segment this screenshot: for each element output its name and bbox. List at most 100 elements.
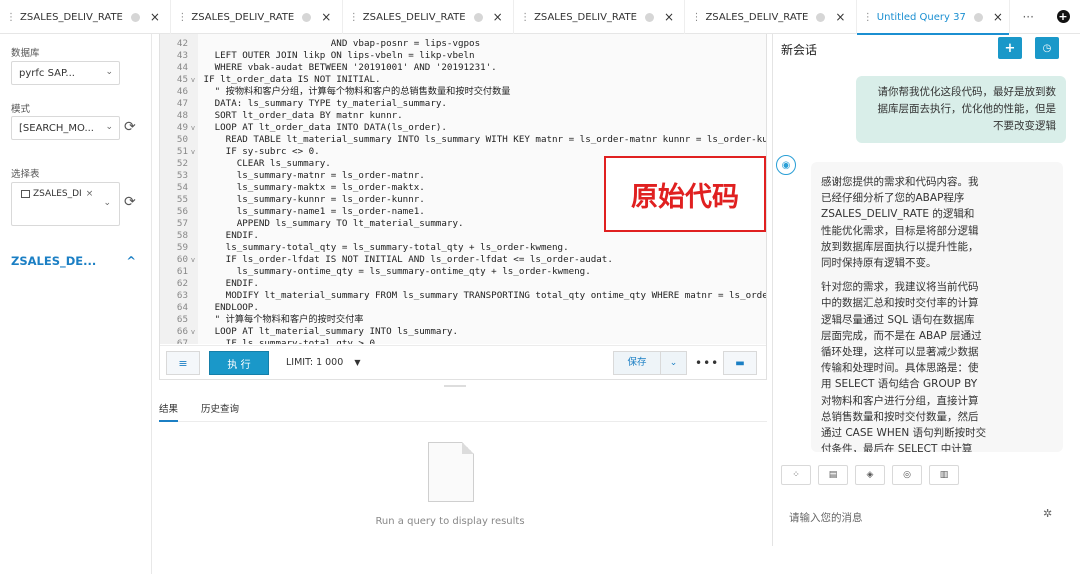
chevron-down-icon[interactable]: ⌄ [661,358,686,368]
add-tab-button[interactable]: + [1046,0,1080,33]
code-line[interactable]: 60 v IF ls_order-lfdat IS NOT INITIAL AND… [160,254,766,266]
results-tabs: 结果 历史查询 [159,398,767,422]
refresh-schema-icon[interactable]: ⟳ [124,119,136,135]
drag-grip-icon[interactable]: ⋮ [6,12,16,23]
line-number: 60 [176,254,188,265]
tab-label: ZSALES_DELIV_RATE [705,11,809,23]
chat-history-button[interactable]: ◷ [1035,37,1059,59]
tab-label: ZSALES_DELIV_RATE [20,11,123,23]
drag-grip-icon[interactable]: ⋮ [349,12,359,23]
unsaved-dot-icon [973,12,983,22]
tab-query-4[interactable]: ⋮ ZSALES_DELIV_RATE × [514,0,686,34]
table-tree-title: ZSALES_DE... [11,254,97,268]
code-text: " 按物料和客户分组，计算每个物料和客户的总销售数量和按时交付数量 [198,86,511,97]
code-line[interactable]: 43 LEFT OUTER JOIN likp ON lips-vbeln = … [160,50,766,62]
code-line[interactable]: 47 DATA: ls_summary TYPE ty_material_sum… [160,98,766,110]
save-split-button[interactable]: 保存 ⌄ [613,351,687,375]
comment-icon-button[interactable]: ▬ [723,351,757,375]
tab-query-5[interactable]: ⋮ ZSALES_DELIV_RATE × [685,0,857,34]
line-number: 64 [176,302,188,313]
chip-remove-icon[interactable]: × [86,189,94,199]
tab-query-history[interactable]: 历史查询 [201,401,239,415]
loading-spinner-icon: ✲ [1043,507,1053,520]
drag-grip-icon[interactable]: ⋮ [691,12,701,23]
code-line[interactable]: 49 v LOOP AT lt_order_data INTO DATA(ls_o… [160,122,766,134]
save-button[interactable]: 保存 [614,352,661,374]
drag-grip-icon[interactable]: ⋮ [520,12,530,23]
code-line[interactable]: 64 ENDLOOP. [160,302,766,314]
more-tabs-button[interactable]: ··· [1010,0,1046,33]
tab-label: ZSALES_DELIV_RATE [191,11,295,23]
run-button[interactable]: 执 行 [209,351,269,375]
tab-untitled-query-37[interactable]: ⋮ Untitled Query 37 × [856,0,1011,35]
table-chip-label: ZSALES_DI [33,189,82,199]
close-icon[interactable]: × [993,10,1003,24]
code-line[interactable]: 62 ENDIF. [160,278,766,290]
schema-select[interactable]: [SEARCH_MO... ⌄ [11,116,120,140]
new-chat-button[interactable]: + [998,37,1022,59]
line-number: 58 [176,230,188,241]
document-icon[interactable]: ▤ [818,465,848,485]
code-line[interactable]: 44 WHERE vbak-audat BETWEEN '20191001' A… [160,62,766,74]
close-icon[interactable]: × [835,10,845,24]
connection-sidebar: 数据库 pyrfc SAP... ⌄ 模式 [SEARCH_MO... ⌄ ⟳ … [0,34,152,574]
table-multiselect[interactable]: ZSALES_DI × ⌄ [11,182,120,226]
empty-results-text: Run a query to display results [375,516,525,527]
database-icon-button[interactable]: ≡ [166,351,200,375]
tab-query-3[interactable]: ⋮ ZSALES_DELIV_RATE × [343,0,515,34]
expand-icon[interactable]: ⁘ [781,465,811,485]
code-text: SORT lt_order_data BY matnr kunnr. [198,110,403,121]
unsaved-dot-icon [130,12,140,22]
close-icon[interactable]: × [493,10,503,24]
line-number: 61 [176,266,188,277]
code-line[interactable]: 65 " 计算每个物料和客户的按时交付率 [160,314,766,326]
fold-chevron-icon[interactable]: v [188,146,198,158]
close-icon[interactable]: × [664,10,674,24]
code-text: IF sy-subrc <> 0. [198,146,320,157]
code-line[interactable]: 67 IF ls_summary-total_qty > 0. [160,338,766,344]
limit-select[interactable]: LIMIT: 1 000 ▼ [286,357,360,368]
code-line[interactable]: 48 SORT lt_order_data BY matnr kunnr. [160,110,766,122]
chat-message-input[interactable]: 请输入您的消息 [789,510,863,525]
code-line[interactable]: 59 ls_summary-total_qty = ls_summary-tot… [160,242,766,254]
fold-chevron-icon[interactable]: v [188,122,198,134]
fold-chevron-icon[interactable]: v [188,74,198,86]
user-message: 请你帮我优化这段代码，最好是放到数 据库层面去执行，优化他的性能，但是 不要改变… [856,76,1066,143]
code-line[interactable]: 45 v IF lt_order_data IS NOT INITIAL. [160,74,766,86]
code-text: ENDIF. [198,278,259,289]
code-text: IF lt_order_data IS NOT INITIAL. [198,74,381,85]
code-line[interactable]: 61 ls_summary-ontime_qty = ls_summary-on… [160,266,766,278]
code-line[interactable]: 66 v LOOP AT lt_material_summary INTO ls_… [160,326,766,338]
tab-label: Untitled Query 37 [876,11,966,23]
tab-results[interactable]: 结果 [159,401,179,422]
line-number: 59 [176,242,188,253]
schema-label: 模式 [11,104,31,115]
tab-query-2[interactable]: ⋮ ZSALES_DELIV_RATE × [171,0,343,34]
assistant-avatar-icon: ◉ [776,155,796,175]
original-code-annotation: 原始代码 [604,156,766,232]
code-text: MODIFY lt_material_summary FROM ls_summa… [198,290,766,301]
code-line[interactable]: 63 MODIFY lt_material_summary FROM ls_su… [160,290,766,302]
assistant-paragraph: 针对您的需求，我建议将当前代码 中的数据汇总和按时交付率的计算 逻辑尽量通过 S… [821,281,987,452]
code-line[interactable]: 42 AND vbap-posnr = lips-vgpos [160,38,766,50]
close-icon[interactable]: × [150,10,160,24]
pin-icon[interactable]: ◎ [892,465,922,485]
database-select[interactable]: pyrfc SAP... ⌄ [11,61,120,85]
drag-grip-icon[interactable]: ⋮ [863,12,873,23]
resize-handle[interactable] [444,385,466,387]
table-tree-header[interactable]: ZSALES_DE... ^ [11,254,136,268]
code-text: ls_summary-maktx = ls_order-maktx. [198,182,425,193]
line-number: 50 [176,134,188,145]
more-options-icon[interactable]: ••• [695,356,719,370]
close-icon[interactable]: × [321,10,331,24]
drag-grip-icon[interactable]: ⋮ [177,12,187,23]
copy-icon[interactable]: ▥ [929,465,959,485]
fold-chevron-icon[interactable]: v [188,326,198,338]
code-line[interactable]: 46 " 按物料和客户分组，计算每个物料和客户的总销售数量和按时交付数量 [160,86,766,98]
refresh-tables-icon[interactable]: ⟳ [124,194,136,210]
code-line[interactable]: 50 READ TABLE lt_material_summary INTO l… [160,134,766,146]
tab-query-1[interactable]: ⋮ ZSALES_DELIV_RATE × [0,0,172,34]
diamond-icon[interactable]: ◈ [855,465,885,485]
unsaved-dot-icon [816,12,826,22]
fold-chevron-icon[interactable]: v [188,254,198,266]
